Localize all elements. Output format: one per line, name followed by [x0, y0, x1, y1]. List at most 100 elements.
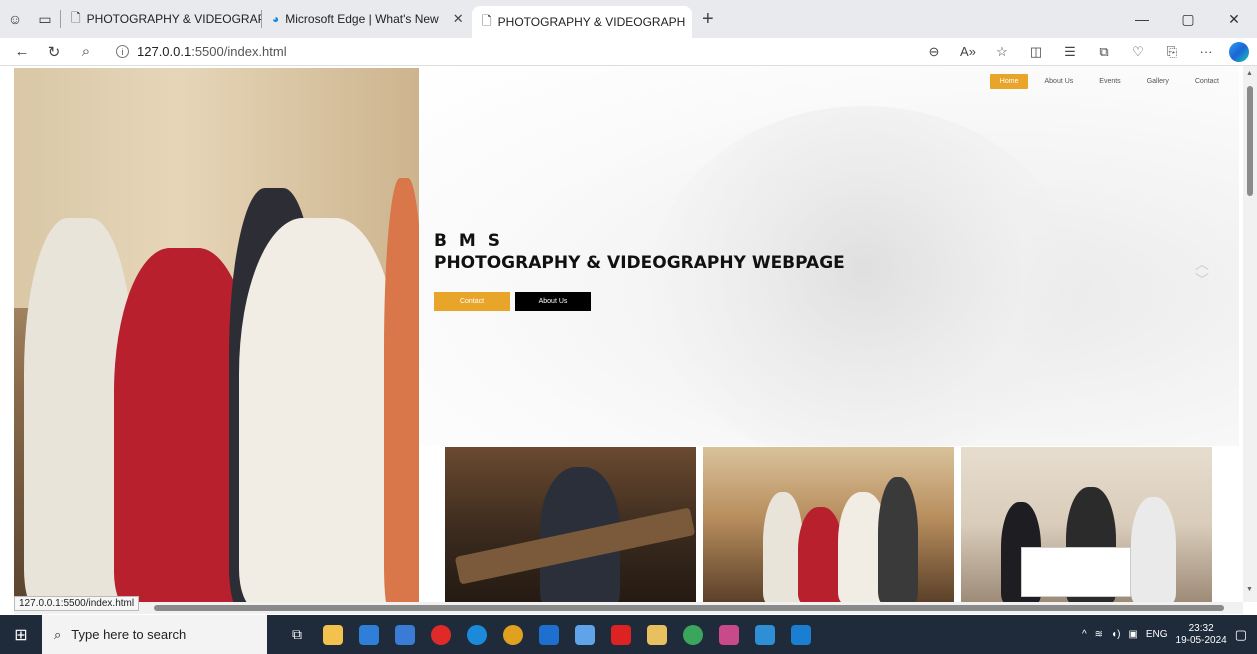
scroll-thumb[interactable]: [1247, 86, 1253, 196]
notifications-icon[interactable]: ▢: [1235, 627, 1247, 643]
task-view-icon[interactable]: ⧉: [279, 620, 315, 650]
about-us-button[interactable]: About Us: [515, 292, 591, 311]
edge-icon: ◕: [272, 12, 280, 26]
search-icon[interactable]: ⌕: [70, 43, 102, 60]
photo-person: [1131, 497, 1176, 603]
tab-edge-whats-new[interactable]: ◕ Microsoft Edge | What's New ✕: [262, 4, 472, 34]
status-url: 127.0.0.1:5500/index.html: [14, 596, 140, 611]
close-window-icon[interactable]: ✕: [1211, 11, 1257, 28]
hero-brand: B M S: [434, 231, 503, 251]
system-tray: ^ ≋ ◖) ▣ ENG 23:32 19-05-2024 ▢: [1082, 623, 1257, 647]
split-screen-icon[interactable]: ◫: [1019, 44, 1053, 60]
photo-person: [384, 178, 419, 602]
window-controls: — ▢ ✕: [1119, 11, 1257, 28]
chevron-up-icon[interactable]: ︿: [1195, 256, 1209, 272]
profile-icon[interactable]: ☺: [0, 4, 30, 34]
toolbar-icons: ⊖ A» ☆ ◫ ☰ ⧉ ♡ ⎘ ···: [917, 41, 1257, 62]
camera-lens-background: [649, 106, 1079, 466]
chrome-icon[interactable]: [495, 620, 531, 650]
info-icon[interactable]: i: [116, 45, 129, 58]
tab-photography-1[interactable]: 🗋 PHOTOGRAPHY & VIDEOGRAPH ✕: [61, 4, 261, 34]
tab-photography-active[interactable]: 🗋 PHOTOGRAPHY & VIDEOGRAPH ✕: [472, 6, 692, 38]
nav-events[interactable]: Events: [1089, 74, 1130, 89]
scroll-down-icon[interactable]: ▼: [1246, 586, 1253, 593]
search-icon: ⌕: [54, 626, 62, 642]
edge-icon[interactable]: [459, 620, 495, 650]
photos-icon[interactable]: [747, 620, 783, 650]
time: 23:32: [1188, 622, 1214, 634]
gallery-photo-veena[interactable]: [445, 447, 696, 603]
nav-gallery[interactable]: Gallery: [1137, 74, 1179, 89]
meet-now-icon[interactable]: ▣: [1128, 629, 1137, 640]
minimize-icon[interactable]: —: [1119, 11, 1165, 28]
event-photo-main: [14, 68, 419, 602]
zoom-out-icon[interactable]: ⊖: [917, 44, 951, 60]
contact-button[interactable]: Contact: [434, 292, 510, 311]
clock[interactable]: 23:32 19-05-2024: [1176, 623, 1227, 647]
scroll-up-icon[interactable]: ▲: [1246, 70, 1253, 77]
vertical-scrollbar[interactable]: ▲ ▼: [1243, 66, 1257, 602]
tab-label: PHOTOGRAPHY & VIDEOGRAPH: [497, 15, 686, 29]
url-host: 127.0.0.1: [137, 44, 192, 59]
collections-icon[interactable]: ⧉: [1087, 44, 1121, 60]
tab-actions-icon[interactable]: ▭: [30, 4, 60, 34]
calendar-icon[interactable]: [387, 620, 423, 650]
screenshot-icon[interactable]: ⎘: [1155, 44, 1189, 60]
hero-section: Home About Us Events Gallery Contact B M…: [419, 66, 1239, 466]
volume-icon[interactable]: ◖): [1111, 629, 1120, 640]
gallery-photo-lamp-lighting[interactable]: [703, 447, 954, 603]
taskbar-apps: ⧉: [279, 620, 819, 650]
close-icon[interactable]: ✕: [445, 11, 464, 27]
nav-home[interactable]: Home: [989, 74, 1029, 89]
browser-tab-strip: ☺ ▭ 🗋 PHOTOGRAPHY & VIDEOGRAPH ✕ ◕ Micro…: [0, 0, 1257, 38]
favorite-star-icon[interactable]: ☆: [985, 44, 1019, 60]
windows-start-icon[interactable]: ⊞: [0, 615, 42, 654]
tab-label: Microsoft Edge | What's New: [285, 12, 439, 26]
mail-icon[interactable]: [351, 620, 387, 650]
pdf-reader-icon[interactable]: [603, 620, 639, 650]
gallery-photo-award[interactable]: [961, 447, 1212, 603]
restore-icon[interactable]: ▢: [1165, 11, 1211, 28]
windows-taskbar: ⊞ ⌕ Type here to search ⧉ ^ ≋ ◖) ▣ ENG 2…: [0, 615, 1257, 654]
taskbar-search[interactable]: ⌕ Type here to search: [42, 615, 267, 654]
back-icon[interactable]: ←: [6, 43, 38, 60]
chevron-down-icon[interactable]: ﹀: [1195, 272, 1209, 288]
photo-banner: [1021, 547, 1131, 597]
notepad-icon[interactable]: [567, 620, 603, 650]
refresh-icon[interactable]: ↻: [38, 43, 70, 61]
search-placeholder: Type here to search: [71, 627, 187, 642]
photo-person: [798, 507, 843, 603]
new-tab-button[interactable]: +: [692, 8, 724, 31]
wifi-icon[interactable]: ≋: [1095, 629, 1103, 640]
paint-icon[interactable]: [711, 620, 747, 650]
page-viewport: Home About Us Events Gallery Contact B M…: [0, 66, 1257, 615]
scroll-thumb[interactable]: [154, 605, 1224, 611]
browser-essentials-icon[interactable]: ♡: [1121, 44, 1155, 60]
opera-icon[interactable]: [423, 620, 459, 650]
photo-person: [763, 492, 803, 603]
copilot-icon[interactable]: [1229, 41, 1249, 62]
favorites-icon[interactable]: ☰: [1053, 44, 1087, 60]
tab-label: PHOTOGRAPHY & VIDEOGRAPH: [86, 12, 261, 26]
read-aloud-icon[interactable]: A»: [951, 44, 985, 59]
language-indicator[interactable]: ENG: [1146, 629, 1168, 640]
url-field[interactable]: i 127.0.0.1:5500/index.html: [116, 44, 806, 59]
date: 19-05-2024: [1175, 634, 1227, 646]
hero-title: PHOTOGRAPHY & VIDEOGRAPHY WEBPAGE: [434, 253, 845, 273]
file-explorer-icon[interactable]: [315, 620, 351, 650]
chevron-up-icon[interactable]: ^: [1082, 629, 1087, 640]
carousel-controls: ︿ ﹀: [1195, 256, 1209, 288]
vscode-icon[interactable]: [783, 620, 819, 650]
nav-contact[interactable]: Contact: [1185, 74, 1229, 89]
url-path: :5500/index.html: [191, 44, 287, 59]
page-icon: 🗋: [482, 13, 492, 28]
outlook-icon[interactable]: [531, 620, 567, 650]
nav-about[interactable]: About Us: [1034, 74, 1083, 89]
documents-icon[interactable]: [639, 620, 675, 650]
horizontal-scrollbar[interactable]: [14, 602, 1243, 614]
photo-person: [878, 477, 918, 603]
chrome-alt-icon[interactable]: [675, 620, 711, 650]
more-icon[interactable]: ···: [1189, 44, 1223, 59]
address-bar: ← ↻ ⌕ i 127.0.0.1:5500/index.html ⊖ A» ☆…: [0, 38, 1257, 66]
top-nav: Home About Us Events Gallery Contact: [989, 74, 1229, 89]
